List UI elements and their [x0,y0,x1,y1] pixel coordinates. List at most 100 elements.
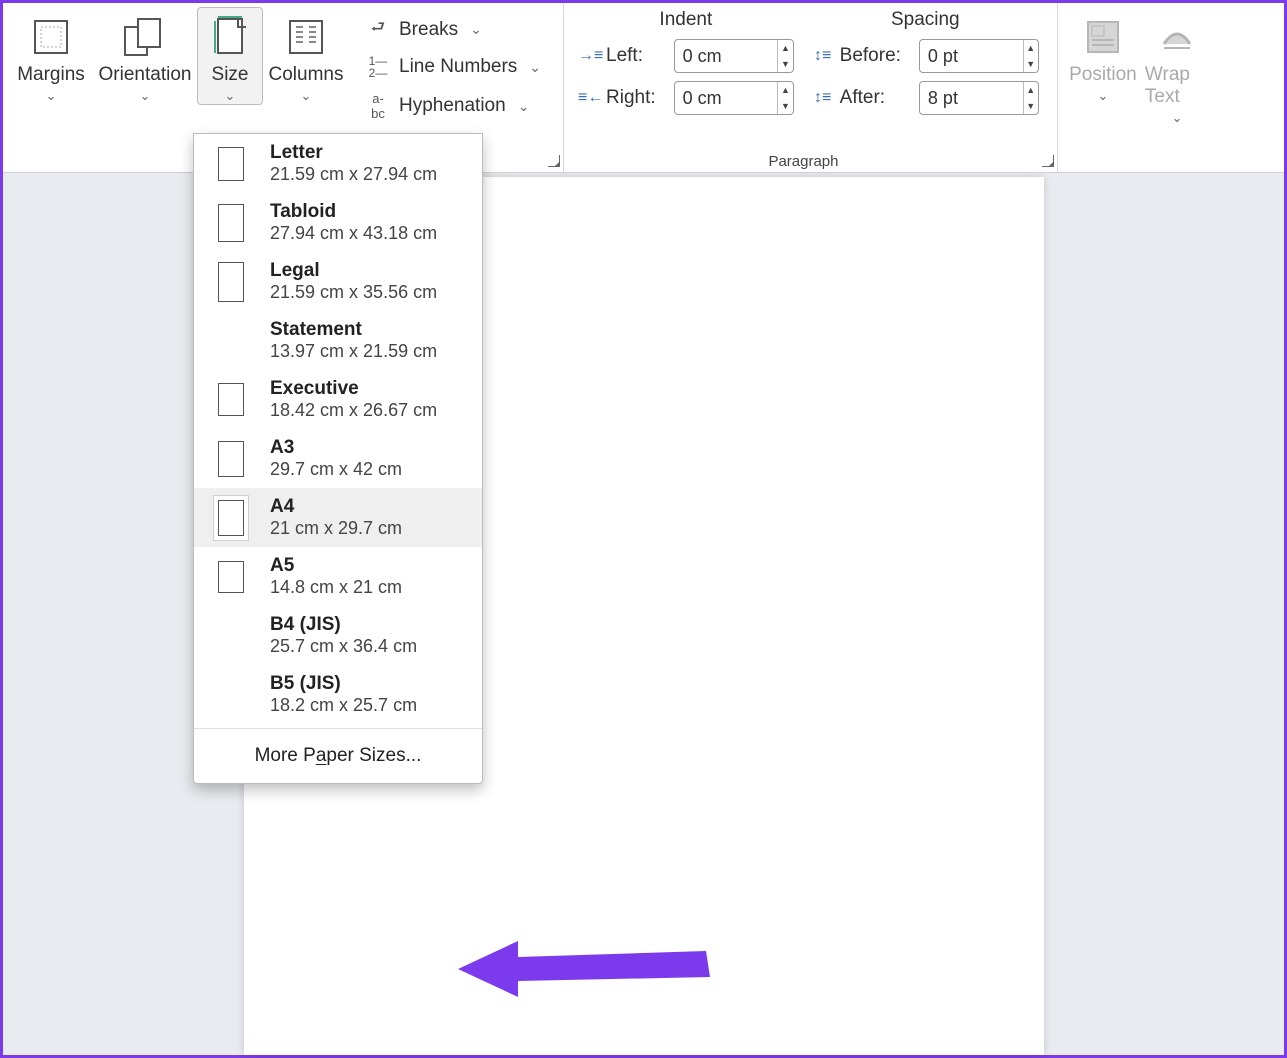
size-option-dim: 21.59 cm x 35.56 cm [270,282,437,303]
spinner-up[interactable]: ▲ [1024,40,1038,56]
page-thumb-icon [218,204,244,242]
page-thumb-icon [218,262,244,302]
indent-header: Indent [578,9,794,31]
hyphenation-label: Hyphenation [399,95,506,117]
arrange-group: Position ⌄ Wrap Text ⌄ [1058,3,1218,172]
size-option-name: Legal [270,260,437,282]
size-dropdown: Letter21.59 cm x 27.94 cmTabloid27.94 cm… [193,133,483,784]
columns-label: Columns [269,64,344,86]
size-option-a3[interactable]: A329.7 cm x 42 cm [194,429,482,488]
hyphenation-icon: a-bc [365,91,391,121]
spinner-up[interactable]: ▲ [778,82,792,98]
chevron-down-icon: ⌄ [1097,88,1108,104]
position-icon [1080,14,1126,60]
size-icon [207,14,253,60]
paragraph-launcher[interactable] [1042,155,1054,167]
size-option-name: A4 [270,496,402,518]
size-option-legal[interactable]: Legal21.59 cm x 35.56 cm [194,252,482,311]
size-option-dim: 18.42 cm x 26.67 cm [270,400,437,421]
spacing-before-input[interactable]: ▲▼ [919,39,1039,73]
chevron-down-icon: ⌄ [518,98,530,115]
chevron-down-icon: ⌄ [529,59,541,76]
size-option-executive[interactable]: Executive18.42 cm x 26.67 cm [194,370,482,429]
size-option-dim: 14.8 cm x 21 cm [270,577,402,598]
columns-button[interactable]: Columns ⌄ [263,7,349,105]
size-option-name: B4 (JIS) [270,614,417,636]
position-button: Position ⌄ [1064,7,1142,127]
spacing-before-icon: ↕≡ [812,47,834,65]
spacing-after-field[interactable] [920,82,1023,114]
size-option-name: A3 [270,437,402,459]
paragraph-group: Indent Spacing →≡ Left: ▲▼ ↕≡ Before: ▲▼… [564,3,1058,172]
size-option-a4[interactable]: A421 cm x 29.7 cm [194,488,482,547]
margins-icon [28,14,74,60]
page-thumb-icon [218,561,244,593]
spinner-down[interactable]: ▼ [778,56,792,72]
indent-left-label: →≡ Left: [578,45,656,67]
size-option-statement[interactable]: Statement13.97 cm x 21.59 cm [194,311,482,370]
page-thumb-icon [218,383,244,416]
size-option-dim: 27.94 cm x 43.18 cm [270,223,437,244]
breaks-button[interactable]: ⮐ Breaks ⌄ [361,15,545,44]
indent-left-input[interactable]: ▲▼ [674,39,794,73]
chevron-down-icon: ⌄ [225,88,236,104]
spinner-down[interactable]: ▼ [778,98,792,114]
line-numbers-button[interactable]: 1—2— Line Numbers ⌄ [361,54,545,80]
margins-button[interactable]: Margins ⌄ [9,7,93,105]
chevron-down-icon: ⌄ [140,88,151,104]
spinner-up[interactable]: ▲ [1024,82,1038,98]
indent-left-icon: →≡ [578,47,600,65]
indent-right-icon: ≡← [578,89,600,107]
wrap-text-button: Wrap Text ⌄ [1142,7,1212,127]
breaks-label: Breaks [399,19,458,41]
annotation-arrow [458,929,718,1009]
orientation-button[interactable]: Orientation ⌄ [93,7,197,105]
spinner-down[interactable]: ▼ [1024,56,1038,72]
spinner-down[interactable]: ▼ [1024,98,1038,114]
orientation-icon [122,14,168,60]
page-thumb-icon [218,441,244,477]
breaks-icon: ⮐ [365,16,391,43]
size-option-name: Executive [270,378,437,400]
size-option-dim: 21 cm x 29.7 cm [270,518,402,539]
size-option-b4-jis-[interactable]: B4 (JIS)25.7 cm x 36.4 cm [194,606,482,665]
spacing-before-field[interactable] [920,40,1023,72]
indent-right-field[interactable] [675,82,778,114]
spacing-after-icon: ↕≡ [812,89,834,107]
chevron-down-icon: ⌄ [470,21,482,38]
size-label: Size [212,64,249,86]
spacing-after-label: ↕≡ After: [812,87,901,109]
size-option-dim: 18.2 cm x 25.7 cm [270,695,417,716]
page-thumb-icon [218,147,244,181]
spinner-up[interactable]: ▲ [778,40,792,56]
columns-icon [283,14,329,60]
indent-right-input[interactable]: ▲▼ [674,81,794,115]
size-option-name: B5 (JIS) [270,673,417,695]
more-paper-sizes[interactable]: More Paper Sizes... [194,733,482,783]
size-button[interactable]: Size ⌄ [197,7,263,105]
spacing-before-label: ↕≡ Before: [812,45,901,67]
orientation-label: Orientation [99,64,192,86]
chevron-down-icon: ⌄ [1171,110,1182,126]
indent-left-field[interactable] [675,40,778,72]
chevron-down-icon: ⌄ [46,88,57,104]
chevron-down-icon: ⌄ [301,88,312,104]
spacing-after-input[interactable]: ▲▼ [919,81,1039,115]
size-option-a5[interactable]: A514.8 cm x 21 cm [194,547,482,606]
spacing-header: Spacing [812,9,1039,31]
page-setup-launcher[interactable] [548,155,560,167]
hyphenation-button[interactable]: a-bc Hyphenation ⌄ [361,90,545,122]
size-option-name: Letter [270,142,437,164]
wrap-text-label: Wrap Text [1145,64,1209,108]
size-option-dim: 13.97 cm x 21.59 cm [270,341,437,362]
size-option-name: Tabloid [270,201,437,223]
wrap-text-icon [1154,14,1200,60]
size-option-name: Statement [270,319,437,341]
paragraph-group-name: Paragraph [564,153,1043,170]
line-numbers-label: Line Numbers [399,56,517,78]
size-option-letter[interactable]: Letter21.59 cm x 27.94 cm [194,134,482,193]
size-option-dim: 25.7 cm x 36.4 cm [270,636,417,657]
size-option-b5-jis-[interactable]: B5 (JIS)18.2 cm x 25.7 cm [194,665,482,724]
size-option-tabloid[interactable]: Tabloid27.94 cm x 43.18 cm [194,193,482,252]
indent-right-label: ≡← Right: [578,87,656,109]
